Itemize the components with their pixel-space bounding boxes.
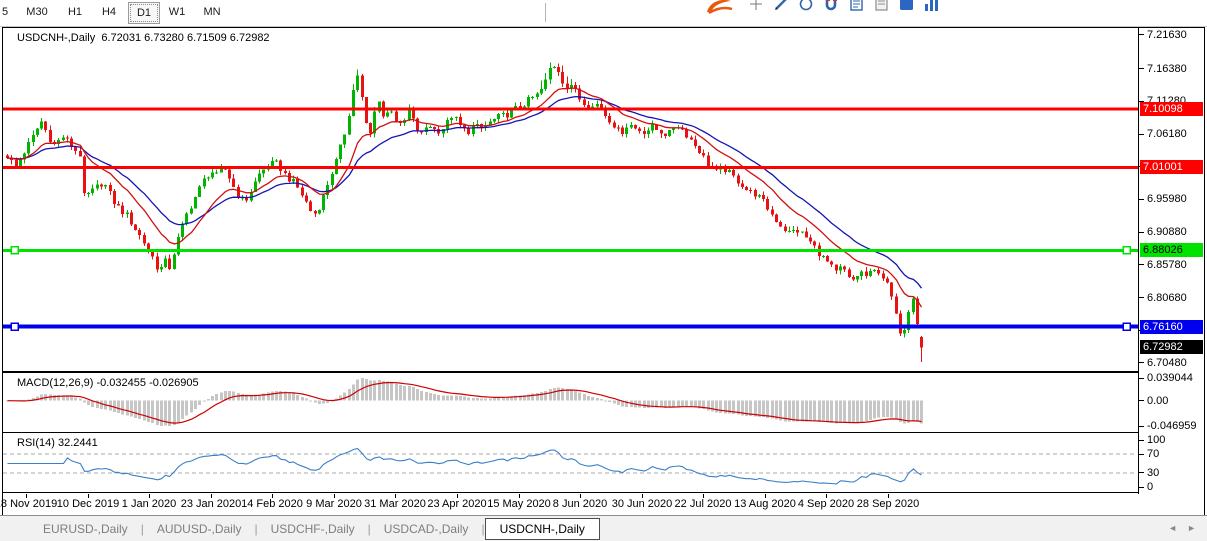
price-tick-mark [1139,68,1144,69]
tab-usdchf[interactable]: USDCHF-,Daily [258,518,368,540]
price-tick-mark [1139,297,1144,298]
date-label: 23 Apr 2020 [427,498,486,510]
price-tick-mark [1139,199,1144,200]
circle-icon[interactable] [798,0,816,13]
date-label: 13 Aug 2020 [734,498,796,510]
chart-title: USDCNH-,Daily 6.72031 6.73280 6.71509 6.… [17,32,270,44]
tab-audusd[interactable]: AUDUSD-,Daily [144,518,255,540]
chart-tab-bar: EURUSD-,Daily|AUDUSD-,Daily|USDCHF-,Dail… [0,515,1207,541]
script-icon[interactable] [873,0,891,13]
price-tick-label: 6.70480 [1146,357,1188,369]
clipboard-icon[interactable] [848,0,866,13]
date-label: 4 Sep 2020 [798,498,854,510]
crosshair-icon[interactable] [748,0,766,13]
date-label: 22 Jul 2020 [675,498,732,510]
rsi-tick-label: 70 [1146,448,1160,460]
timeframe-button-h4[interactable]: H4 [94,2,124,22]
pencil-icon[interactable] [773,0,791,13]
rsi-tick-label: 0 [1146,481,1154,493]
chart-columns-icon[interactable] [923,0,941,13]
macd-label: MACD(12,26,9) -0.032455 -0.026905 [17,377,199,389]
price-tick-mark [1139,232,1144,233]
current-price-tag: 6.72982 [1140,340,1203,354]
rsi-pane[interactable]: RSI(14) 32.2441 [3,433,1138,493]
price-tick-label: 7.16380 [1146,63,1188,75]
scroll-left-arrow[interactable]: ◄ [1163,523,1182,533]
date-label: 10 Dec 2019 [57,498,119,510]
price-tick-mark [1139,362,1144,363]
date-label: 31 Mar 2020 [364,498,426,510]
date-label: 23 Jan 2020 [181,498,242,510]
macd-tick-label: 0.00 [1146,395,1169,407]
price-tick-label: 6.80680 [1146,292,1188,304]
ma-fast-line [8,88,922,307]
toolbar: 5M30H1H4D1W1MN [0,0,1207,27]
rsi-chart[interactable] [3,433,1138,492]
timeframe-button-5[interactable]: 5 [0,2,14,22]
trading-app-window: 5M30H1H4D1W1MN USDCNH-,Daily 6.72031 6.7… [0,0,1207,541]
tab-usdcad[interactable]: USDCAD-,Daily [371,518,482,540]
date-label: 9 Mar 2020 [306,498,362,510]
price-tick-label: 6.95980 [1146,193,1188,205]
tab-eurusd[interactable]: EURUSD-,Daily [30,518,141,540]
date-axis: 18 Nov 201910 Dec 20191 Jan 2020 23 Jan 2… [3,494,1202,513]
tab-scroll-arrows: ◄► [1163,523,1201,533]
timeframe-button-m30[interactable]: M30 [18,2,56,22]
price-tick-mark [1139,34,1144,35]
level-price-tag-7.10098[interactable]: 7.10098 [1140,102,1203,116]
macd-tick-mark [1139,378,1144,379]
rsi-tick-mark [1139,454,1144,455]
rsi-tick-label: 30 [1146,467,1160,479]
price-tick-mark [1139,134,1144,135]
timeframe-button-w1[interactable]: W1 [162,2,192,22]
rsi-tick-mark [1139,472,1144,473]
macd-pane[interactable]: MACD(12,26,9) -0.032455 -0.026905 [3,373,1138,433]
chart-window: USDCNH-,Daily 6.72031 6.73280 6.71509 6.… [2,27,1205,516]
price-tick-label: 7.21630 [1146,29,1188,41]
date-label: 28 Sep 2020 [857,498,919,510]
macd-tick-label: -0.046959 [1146,420,1198,432]
level-price-tag-7.01001[interactable]: 7.01001 [1140,160,1203,174]
date-label: 14 Feb 2020 [241,498,303,510]
rsi-tick-mark [1139,487,1144,488]
level-price-tag-6.76160[interactable]: 6.76160 [1140,320,1203,334]
timeframe-button-d1[interactable]: D1 [128,2,160,24]
tab-usdcnh[interactable]: USDCNH-,Daily [485,518,600,540]
price-axis: 7.216307.163807.112807.061807.010806.959… [1138,28,1203,494]
macd-tick-mark [1139,426,1144,427]
price-tick-mark [1139,264,1144,265]
price-tick-label: 6.90880 [1146,226,1188,238]
macd-tick-mark [1139,400,1144,401]
candlestick-chart[interactable] [3,28,1138,371]
price-tick-label: 6.85780 [1146,259,1188,271]
rsi-tick-label: 100 [1146,434,1166,446]
date-label: 1 Jan 2020 [122,498,176,510]
rsi-tick-mark [1139,440,1144,441]
scroll-right-arrow[interactable]: ► [1182,523,1201,533]
date-label: 18 Nov 2019 [0,498,57,510]
price-tick-label: 7.06180 [1146,128,1188,140]
timeframe-button-mn[interactable]: MN [196,2,228,22]
macd-tick-label: 0.039044 [1146,372,1194,384]
new-order-icon[interactable] [898,0,916,13]
timeframe-button-h1[interactable]: H1 [60,2,90,22]
main-chart-pane[interactable]: USDCNH-,Daily 6.72031 6.73280 6.71509 6.… [3,28,1138,373]
date-label: 15 May 2020 [487,498,551,510]
logo-icon[interactable] [705,0,733,15]
rsi-label: RSI(14) 32.2441 [17,437,98,449]
magnet-icon[interactable] [823,0,841,13]
date-label: 30 Jun 2020 [612,498,673,510]
toolbar-separator [545,3,546,22]
level-price-tag-6.88026[interactable]: 6.88026 [1140,243,1203,257]
date-label: 8 Jun 2020 [553,498,607,510]
